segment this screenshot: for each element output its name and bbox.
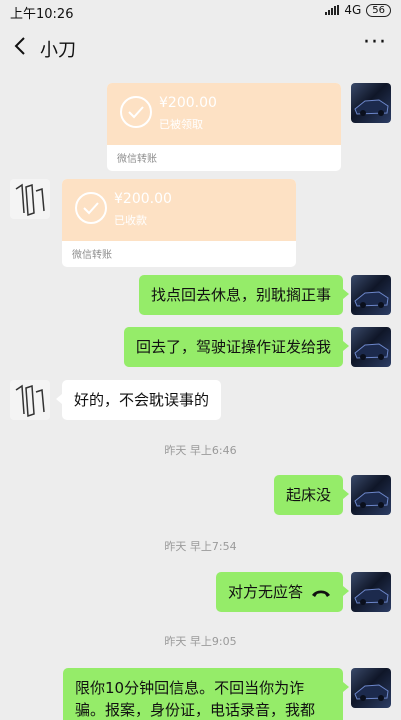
my-avatar[interactable] — [351, 327, 391, 367]
message-line: 限你10分钟回信息。不回当你为诈 — [75, 679, 305, 697]
transfer-footer: 微信转账 — [72, 250, 112, 261]
status-bar: 上午10:26 4G 56 — [0, 0, 401, 22]
transfer-footer: 微信转账 — [117, 154, 157, 165]
back-icon[interactable] — [10, 34, 34, 58]
my-avatar[interactable] — [351, 572, 391, 612]
transfer-card[interactable]: ¥200.00 已被领取 微信转账 — [107, 83, 341, 171]
chat-messages[interactable]: ¥200.00 已被领取 微信转账 ¥200.00 已收款 微信转账 找点回去休… — [0, 70, 401, 720]
status-time: 上午10:26 — [10, 7, 74, 22]
transfer-status: 已被领取 — [159, 118, 203, 131]
message-timestamp: 昨天 早上9:05 — [164, 635, 237, 648]
message-bubble-received[interactable]: 好的，不会耽误事的 — [55, 380, 222, 420]
check-circle-icon — [120, 96, 152, 128]
status-icons: 4G 56 — [325, 3, 391, 17]
transfer-status: 已收款 — [114, 214, 147, 227]
my-avatar[interactable] — [351, 475, 391, 515]
message-bubble-sent[interactable]: 回去了，驾驶证操作证发给我 — [123, 327, 350, 367]
message-bubble-sent[interactable]: 起床没 — [273, 475, 350, 515]
contact-avatar[interactable] — [10, 179, 50, 219]
signal-icon — [325, 5, 340, 15]
check-circle-icon — [75, 192, 107, 224]
my-avatar[interactable] — [351, 275, 391, 315]
phone-hangup-icon — [312, 590, 330, 597]
message-timestamp: 昨天 早上7:54 — [164, 540, 237, 553]
message-bubble-sent[interactable]: 找点回去休息，别耽搁正事 — [138, 275, 350, 315]
transfer-amount: ¥200.00 — [114, 191, 172, 207]
transfer-card[interactable]: ¥200.00 已收款 微信转账 — [62, 179, 296, 267]
call-record-bubble[interactable]: 对方无应答 — [215, 572, 350, 612]
my-avatar[interactable] — [351, 668, 391, 708]
call-status-text: 对方无应答 — [227, 583, 303, 601]
chat-header: 小刀 ··· — [0, 24, 401, 70]
message-timestamp: 昨天 早上6:46 — [164, 444, 237, 457]
message-line: 骗。报案，身份证，电话录音，我都 — [75, 701, 316, 719]
network-label: 4G — [344, 3, 362, 17]
chat-title: 小刀 — [40, 40, 76, 61]
battery-icon: 56 — [366, 3, 391, 17]
contact-avatar[interactable] — [10, 380, 50, 420]
my-avatar[interactable] — [351, 83, 391, 123]
message-bubble-sent[interactable]: 限你10分钟回信息。不回当你为诈 骗。报案，身份证，电话录音，我都 — [63, 668, 349, 720]
transfer-amount: ¥200.00 — [159, 95, 217, 111]
more-options-icon[interactable]: ··· — [363, 32, 387, 54]
